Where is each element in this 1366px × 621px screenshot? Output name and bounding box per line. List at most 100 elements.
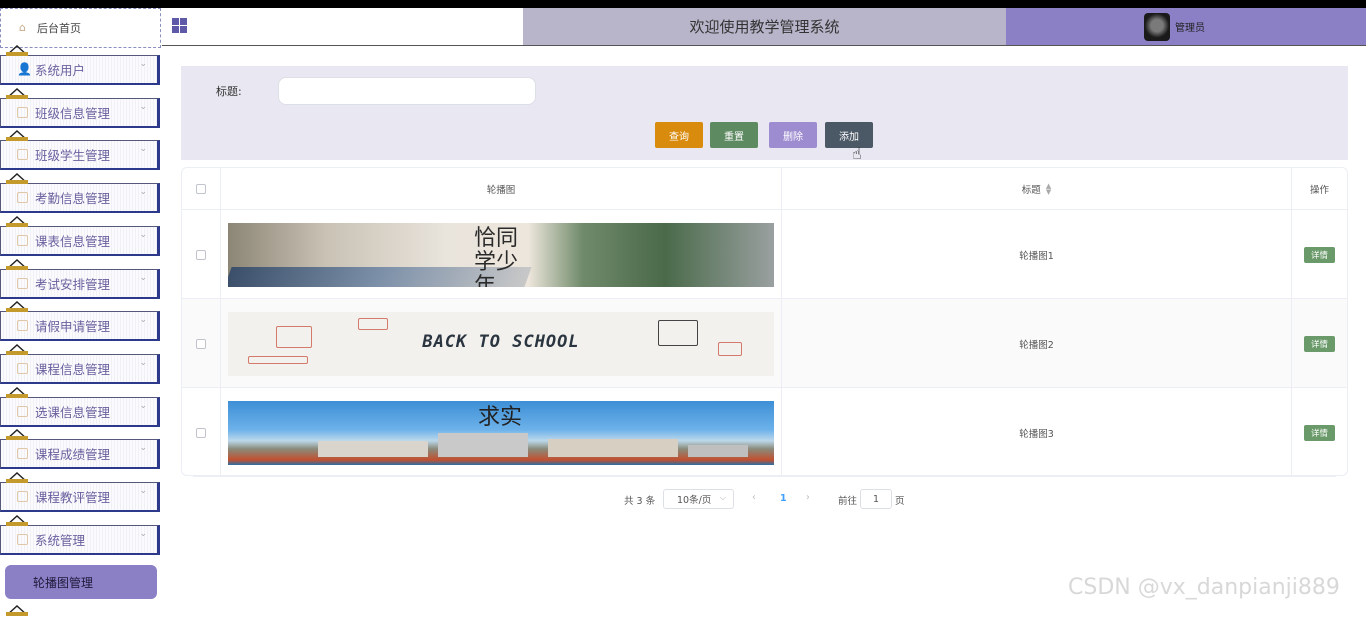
folder-icon <box>17 320 28 332</box>
prev-page-icon[interactable]: ‹ <box>752 492 756 503</box>
folder-icon <box>17 405 28 417</box>
column-header-actions: 操作 <box>1292 168 1347 210</box>
sidebar-item[interactable]: 班级学生管理 ⌄ <box>0 140 160 171</box>
pagination: 共 3 条 10条/页 ⌵ ‹ 1 › 前往 1 页 <box>0 489 1366 509</box>
delete-button[interactable]: 删除 <box>769 122 817 148</box>
chevron-down-icon: ⌄ <box>139 187 147 198</box>
binder-clip-icon <box>4 426 30 441</box>
user-menu[interactable]: 管理员 <box>1006 8 1366 45</box>
folder-icon <box>17 533 28 545</box>
binder-clip-icon <box>4 602 30 616</box>
sidebar-item[interactable]: 班级信息管理 ⌄ <box>0 97 160 128</box>
select-all-header <box>182 168 221 210</box>
chevron-down-icon: ⌵ <box>719 493 726 502</box>
carousel-image: 求实 <box>228 400 774 465</box>
binder-clip-icon <box>4 213 30 227</box>
binder-clip-icon <box>4 341 30 355</box>
folder-icon <box>17 106 28 118</box>
banner-text: 恰同学少年 <box>474 225 519 287</box>
binder-clip-icon <box>4 42 30 56</box>
sidebar-item[interactable]: 考勤信息管理 ⌄ <box>0 183 160 214</box>
chevron-down-icon: ⌄ <box>139 59 147 69</box>
detail-button[interactable]: 详情 <box>1304 246 1335 263</box>
binder-clip-icon <box>4 127 30 142</box>
sidebar-item[interactable]: 课表信息管理 ⌄ <box>0 225 160 256</box>
sidebar-item[interactable]: 课程成绩管理 ⌄ <box>0 439 160 470</box>
query-button[interactable]: 查询 <box>655 122 703 148</box>
goto-page-input[interactable]: 1 <box>860 489 892 509</box>
chevron-down-icon: ⌄ <box>139 400 147 411</box>
top-black-bar <box>0 0 1366 8</box>
chevron-down-icon: ⌄ <box>139 528 147 539</box>
menu-toggle-icon[interactable] <box>172 18 187 33</box>
row-title: 轮播图3 <box>782 388 1292 477</box>
table-row: 恰同学少年 轮播图1 详情 <box>182 210 1347 299</box>
chevron-down-icon: ⌄ <box>139 357 147 368</box>
carousel-image: BACK TO SCHOOL <box>228 311 774 376</box>
page-size-select[interactable]: 10条/页 ⌵ <box>663 489 734 509</box>
add-button[interactable]: 添加 <box>825 122 873 148</box>
sidebar-item-label: 考勤信息管理 <box>35 191 111 207</box>
sidebar-item[interactable]: 系统管理 ⌄ <box>0 524 160 555</box>
sidebar-home-label: 后台首页 <box>37 22 81 35</box>
row-checkbox[interactable] <box>196 249 206 260</box>
row-checkbox[interactable] <box>196 338 206 349</box>
table-row: 求实 轮播图3 详情 <box>182 388 1347 477</box>
binder-clip-icon <box>4 384 30 398</box>
sidebar-item[interactable]: 考试安排管理 ⌄ <box>0 268 160 299</box>
sidebar-subitem-carousel[interactable]: 轮播图管理 <box>5 565 157 599</box>
chevron-down-icon: ⌄ <box>139 443 147 454</box>
goto-label: 前往 <box>838 496 858 507</box>
hand-cursor-icon: ☝ <box>852 144 862 163</box>
binder-clip-icon <box>4 256 30 270</box>
sidebar-item-label: 课程信息管理 <box>35 361 111 377</box>
sort-icon[interactable]: ▲ ▼ <box>1046 182 1051 195</box>
avatar <box>1144 12 1170 41</box>
folder-icon <box>17 192 28 204</box>
folder-icon <box>17 277 28 289</box>
binder-clip-icon <box>4 469 30 483</box>
search-title-label: 标题: <box>216 85 242 98</box>
user-icon: 👤 <box>17 62 32 76</box>
folder-icon <box>17 448 28 460</box>
folder-icon <box>17 234 28 246</box>
page-title: 欢迎使用教学管理系统 <box>523 8 1006 45</box>
chevron-down-icon: ⌄ <box>139 101 147 112</box>
header: 欢迎使用教学管理系统 管理员 <box>162 8 1366 46</box>
sidebar-item[interactable]: 课程信息管理 ⌄ <box>0 353 160 384</box>
column-header-image: 轮播图 <box>221 168 782 210</box>
table-divider <box>193 476 1336 477</box>
folder-icon <box>17 149 28 161</box>
detail-button[interactable]: 详情 <box>1304 335 1335 352</box>
chevron-down-icon: ⌄ <box>139 229 147 240</box>
detail-button[interactable]: 详情 <box>1304 424 1335 441</box>
data-table: 轮播图 标题 ▲ ▼ 操作 恰同学少年 轮播图1 详情 BACK TO SCHO… <box>181 167 1348 477</box>
sidebar-item-label: 班级学生管理 <box>35 148 111 164</box>
page-suffix: 页 <box>895 496 905 507</box>
binder-clip-icon <box>4 298 30 313</box>
sidebar-item[interactable]: 选课信息管理 ⌄ <box>0 396 160 427</box>
user-name: 管理员 <box>1175 23 1205 34</box>
chevron-down-icon: ⌄ <box>139 315 147 326</box>
sidebar-item-label: 请假申请管理 <box>35 319 111 335</box>
search-panel: 标题: 查询 重置 删除 添加 <box>181 66 1348 160</box>
sidebar-item[interactable]: 👤 系统用户 ⌄ <box>0 55 160 85</box>
watermark: CSDN @vx_danpianji889 <box>1068 575 1340 600</box>
select-all-checkbox[interactable] <box>196 183 206 194</box>
sidebar-item[interactable]: 请假申请管理 ⌄ <box>0 311 160 342</box>
next-page-icon[interactable]: › <box>806 492 810 503</box>
sidebar-item-label: 系统管理 <box>35 532 86 548</box>
reset-button[interactable]: 重置 <box>710 122 758 148</box>
sidebar-item-label: 考试安排管理 <box>35 276 111 292</box>
binder-clip-icon <box>4 512 30 526</box>
row-checkbox[interactable] <box>196 427 206 438</box>
column-header-title[interactable]: 标题 ▲ ▼ <box>782 168 1292 210</box>
sidebar-subitem-label: 轮播图管理 <box>33 575 94 590</box>
page-number-current[interactable]: 1 <box>780 493 787 504</box>
row-title: 轮播图2 <box>782 299 1292 388</box>
chevron-down-icon: ⌄ <box>139 272 147 283</box>
column-header-title-label: 标题 <box>1021 184 1041 196</box>
search-title-input[interactable] <box>278 77 536 105</box>
page-size-value: 10条/页 <box>677 495 712 506</box>
sidebar-item-label: 系统用户 <box>35 63 86 78</box>
